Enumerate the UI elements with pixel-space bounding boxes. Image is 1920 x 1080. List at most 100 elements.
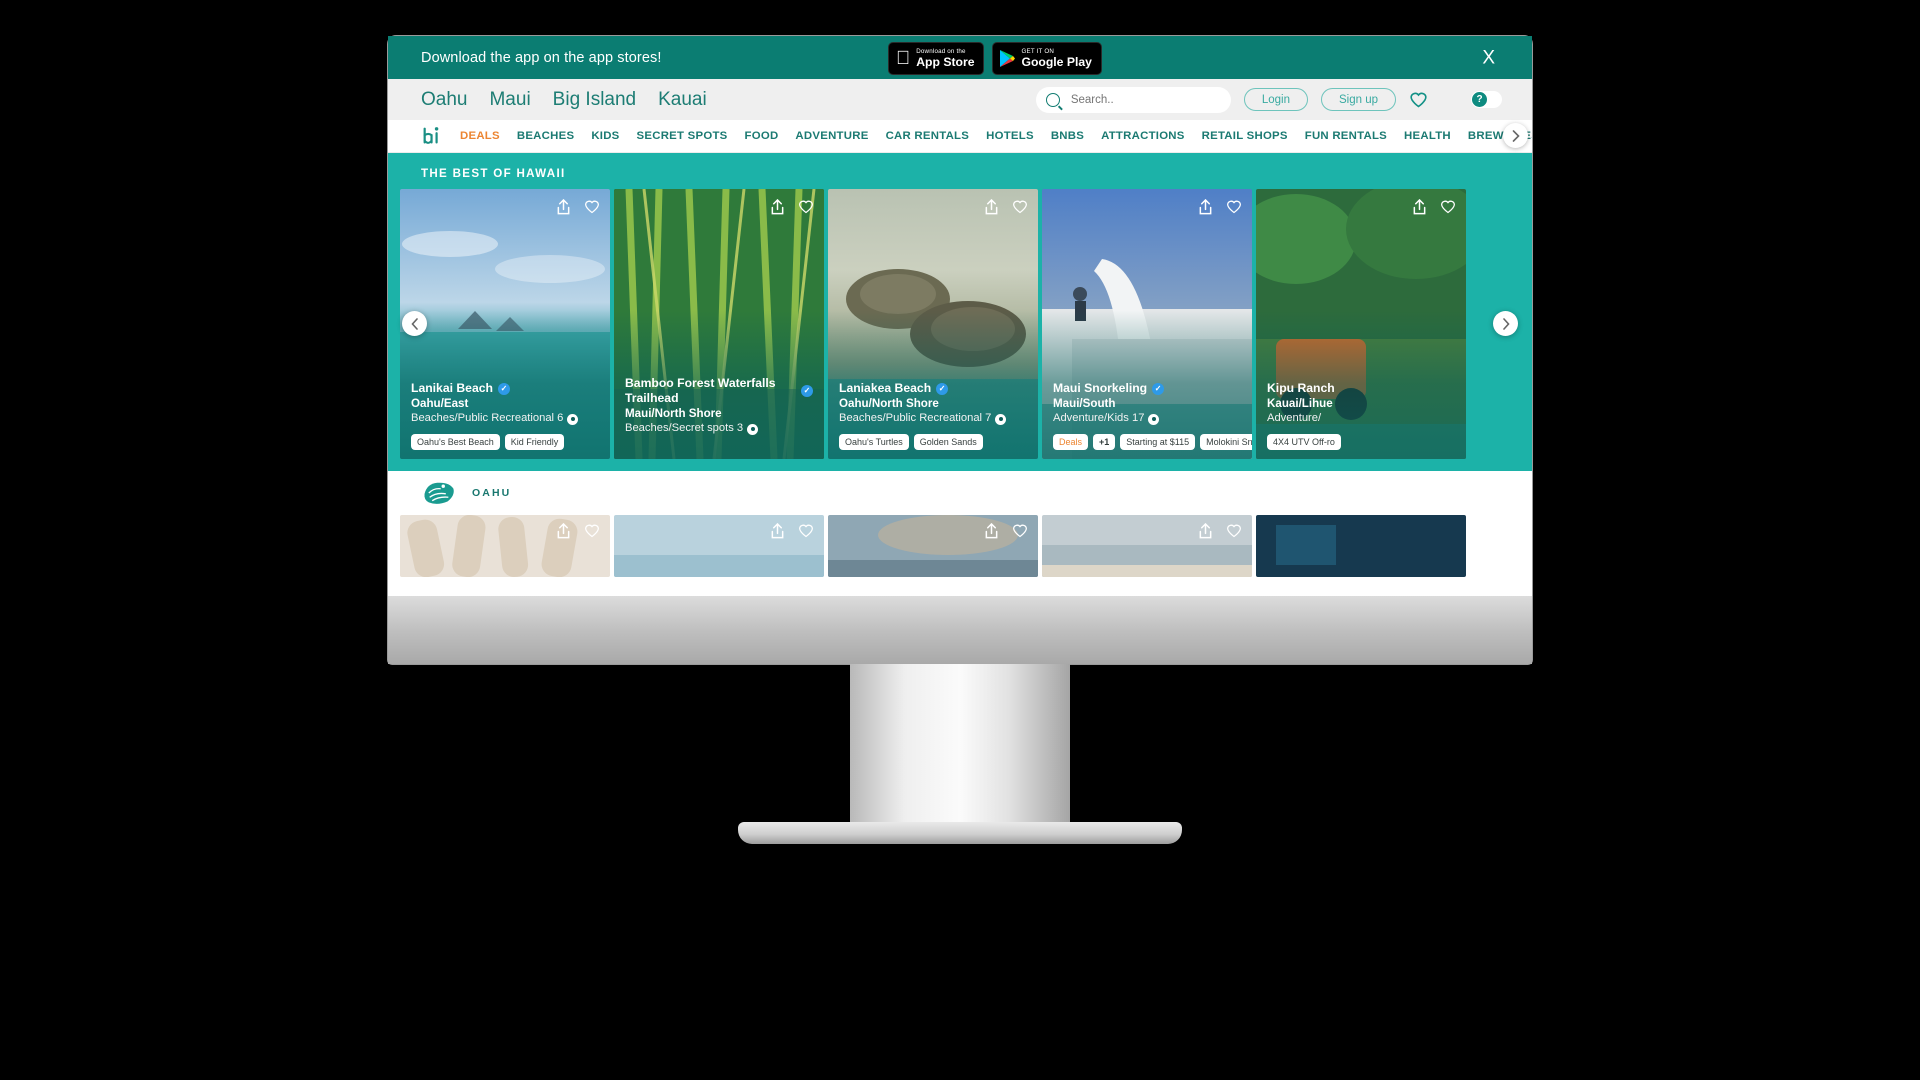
category-attractions[interactable]: ATTRACTIONS bbox=[1101, 130, 1185, 142]
share-icon[interactable] bbox=[984, 522, 999, 544]
oahu-section-label: OAHU bbox=[472, 487, 512, 499]
imac-monitor: Download the app on the app stores!  Do… bbox=[388, 36, 1532, 844]
menu-icon[interactable] bbox=[1441, 93, 1458, 106]
island-link-oahu[interactable]: Oahu bbox=[421, 89, 467, 111]
card-actions bbox=[1198, 198, 1242, 220]
app-store-big: App Store bbox=[902, 55, 974, 69]
category-kids[interactable]: KIDS bbox=[591, 130, 619, 142]
card-tag-deals[interactable]: Deals bbox=[1053, 434, 1089, 450]
share-icon[interactable] bbox=[556, 198, 571, 220]
category-car-rentals[interactable]: CAR RENTALS bbox=[886, 130, 970, 142]
card-title: Lanikai Beach bbox=[411, 381, 493, 396]
card-tag[interactable]: Oahu's Turtles bbox=[839, 434, 909, 450]
webpage: Download the app on the app stores!  Do… bbox=[388, 36, 1532, 596]
carousel-next-button[interactable] bbox=[1493, 311, 1518, 336]
card-title: Bamboo Forest Waterfalls Trailhead bbox=[625, 375, 776, 406]
views-eye-icon bbox=[1148, 413, 1160, 425]
card-photo bbox=[1256, 515, 1466, 577]
category-retail-shops[interactable]: RETAIL SHOPS bbox=[1202, 130, 1288, 142]
island-link-big-island[interactable]: Big Island bbox=[553, 89, 636, 111]
category-secret-spots[interactable]: SECRET SPOTS bbox=[637, 130, 728, 142]
app-store-badge[interactable]:  Download on the App Store bbox=[888, 42, 985, 75]
share-icon[interactable] bbox=[556, 522, 571, 544]
favorite-heart-icon[interactable] bbox=[798, 523, 814, 544]
card-tag[interactable]: Golden Sands bbox=[913, 434, 983, 450]
favorite-heart-icon[interactable] bbox=[798, 199, 814, 220]
verified-badge-icon: ✓ bbox=[1152, 382, 1165, 395]
google-play-icon bbox=[1000, 50, 1016, 67]
category-health[interactable]: HEALTH bbox=[1404, 130, 1451, 142]
card-tags: Oahu's Turtles Golden Sands bbox=[839, 434, 1027, 450]
card-meta-text: Beaches/Secret spots 3 bbox=[625, 422, 744, 435]
place-card-laniakea-beach[interactable]: Laniakea Beach ✓ Oahu/North Shore Beache… bbox=[828, 189, 1038, 459]
app-banner-text: Download the app on the app stores! bbox=[421, 49, 662, 66]
category-adventure[interactable]: ADVENTURE bbox=[795, 130, 868, 142]
place-card-bamboo-forest-waterfalls-trailhead[interactable]: Bamboo Forest Waterfalls Trailhead ✓ Mau… bbox=[614, 189, 824, 459]
share-icon[interactable] bbox=[1198, 522, 1213, 544]
category-fun-rentals[interactable]: FUN RENTALS bbox=[1305, 130, 1387, 142]
card-body: Lanikai Beach ✓ Oahu/East Beaches/Public… bbox=[400, 381, 610, 450]
share-icon[interactable] bbox=[1198, 198, 1213, 220]
card-meta-text: Adventure/Kids 17 bbox=[1053, 412, 1145, 425]
island-link-maui[interactable]: Maui bbox=[489, 89, 530, 111]
views-eye-icon bbox=[567, 413, 579, 425]
card-tag[interactable]: 4X4 UTV Off-ro bbox=[1267, 434, 1341, 450]
card-tags: Oahu's Best Beach Kid Friendly bbox=[411, 434, 599, 450]
share-icon[interactable] bbox=[1412, 198, 1427, 220]
card-body: Kipu Ranch Kauai/Lihue Adventure/ 4X4 UT… bbox=[1256, 381, 1466, 450]
card-actions bbox=[984, 198, 1028, 220]
oahu-card-3[interactable] bbox=[828, 515, 1038, 577]
share-icon[interactable] bbox=[984, 198, 999, 220]
card-meta-text: Beaches/Public Recreational 7 bbox=[839, 412, 992, 425]
card-location: Oahu/East bbox=[411, 397, 469, 411]
oahu-section-header: OAHU bbox=[388, 471, 1532, 515]
favorite-heart-icon[interactable] bbox=[584, 199, 600, 220]
hi-logo-icon[interactable] bbox=[421, 125, 443, 147]
chevron-right-icon[interactable] bbox=[1503, 123, 1528, 148]
place-card-maui-snorkeling[interactable]: Maui Snorkeling ✓ Maui/South Adventure/K… bbox=[1042, 189, 1252, 459]
favorite-heart-icon[interactable] bbox=[1226, 199, 1242, 220]
card-meta: Beaches/Secret spots 3 bbox=[625, 421, 813, 437]
island-link-kauai[interactable]: Kauai bbox=[658, 89, 707, 111]
search-box[interactable] bbox=[1035, 86, 1231, 113]
share-icon[interactable] bbox=[770, 198, 785, 220]
category-list: DEALS BEACHES KIDS SECRET SPOTS FOOD ADV… bbox=[460, 130, 1532, 142]
favorite-heart-icon[interactable] bbox=[1226, 523, 1242, 544]
verified-badge-icon: ✓ bbox=[801, 385, 813, 398]
favorite-heart-icon[interactable] bbox=[1012, 199, 1028, 220]
google-play-badge[interactable]: GET IT ON Google Play bbox=[992, 42, 1102, 75]
category-beaches[interactable]: BEACHES bbox=[517, 130, 574, 142]
share-icon[interactable] bbox=[770, 522, 785, 544]
category-nav: DEALS BEACHES KIDS SECRET SPOTS FOOD ADV… bbox=[388, 120, 1532, 153]
oahu-card-4[interactable] bbox=[1042, 515, 1252, 577]
card-tag-more[interactable]: +1 bbox=[1093, 434, 1116, 450]
category-deals[interactable]: DEALS bbox=[460, 130, 500, 142]
card-tag[interactable]: Oahu's Best Beach bbox=[411, 434, 500, 450]
oahu-card-1[interactable] bbox=[400, 515, 610, 577]
oahu-card-2[interactable] bbox=[614, 515, 824, 577]
favorites-heart-icon[interactable] bbox=[1409, 91, 1428, 108]
oahu-card-5[interactable] bbox=[1256, 515, 1466, 577]
card-actions bbox=[556, 198, 600, 220]
category-hotels[interactable]: HOTELS bbox=[986, 130, 1034, 142]
card-tag[interactable]: Molokini Snorkeling bbox=[1200, 434, 1252, 450]
card-meta: Beaches/Public Recreational 6 bbox=[411, 411, 599, 427]
place-card-lanikai-beach[interactable]: Lanikai Beach ✓ Oahu/East Beaches/Public… bbox=[400, 189, 610, 459]
favorite-heart-icon[interactable] bbox=[1440, 199, 1456, 220]
carousel-prev-button[interactable] bbox=[402, 311, 427, 336]
favorite-heart-icon[interactable] bbox=[1012, 523, 1028, 544]
card-tag[interactable]: Kid Friendly bbox=[504, 434, 565, 450]
signup-button[interactable]: Sign up bbox=[1320, 88, 1396, 111]
category-food[interactable]: FOOD bbox=[745, 130, 779, 142]
favorite-heart-icon[interactable] bbox=[584, 523, 600, 544]
login-button[interactable]: Login bbox=[1243, 88, 1308, 111]
close-icon[interactable]: X bbox=[1482, 48, 1495, 67]
category-bnbs[interactable]: BNBS bbox=[1051, 130, 1084, 142]
card-tag-price[interactable]: Starting at $115 bbox=[1120, 434, 1196, 450]
search-input[interactable] bbox=[1068, 92, 1221, 107]
place-card-kipu-ranch[interactable]: Kipu Ranch Kauai/Lihue Adventure/ 4X4 UT… bbox=[1256, 189, 1466, 459]
card-tags: 4X4 UTV Off-ro bbox=[1267, 434, 1455, 450]
store-badges:  Download on the App Store bbox=[888, 42, 1102, 75]
card-title-row: Laniakea Beach ✓ bbox=[839, 381, 1027, 396]
help-toggle[interactable]: ? bbox=[1471, 91, 1502, 108]
